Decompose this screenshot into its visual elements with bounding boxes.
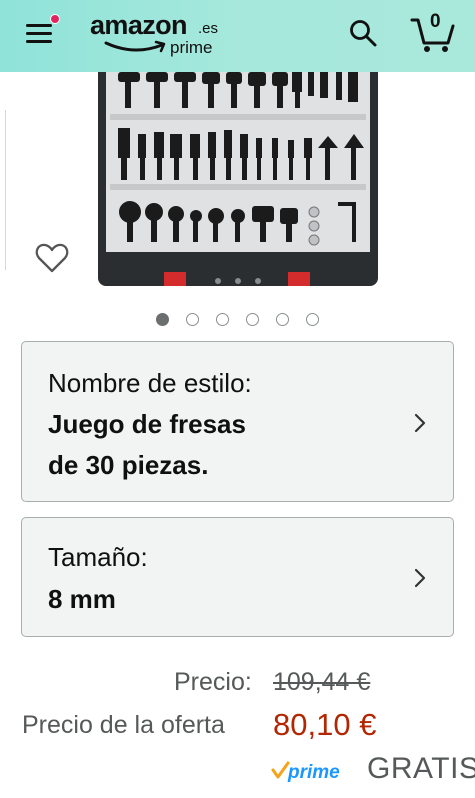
size-value: 8 mm	[48, 584, 116, 614]
deal-price: 80,10 €	[273, 707, 377, 742]
prime-badge-text: prime	[287, 762, 340, 783]
style-value-line-2: de 30 piezas.	[48, 450, 209, 480]
size-label: Tamaño:	[48, 542, 148, 572]
chevron-right-icon	[414, 413, 426, 433]
style-value-line-1: Juego de fresas	[48, 409, 246, 439]
cart-button[interactable]: 0	[410, 10, 456, 54]
logo-smile-icon	[104, 40, 166, 53]
menu-button[interactable]	[26, 14, 60, 46]
carousel-dot-1[interactable]	[156, 313, 169, 326]
logo-wordmark: amazon	[90, 10, 188, 40]
carousel-dot-6[interactable]	[306, 313, 319, 326]
size-selector[interactable]: Tamaño: 8 mm	[21, 517, 454, 637]
heart-outline-icon[interactable]	[34, 240, 70, 276]
style-label: Nombre de estilo:	[48, 368, 252, 398]
amazon-logo[interactable]: amazon .es prime	[90, 10, 230, 58]
logo-tld: .es	[198, 20, 219, 37]
free-shipping-text: GRATIS	[367, 752, 475, 785]
carousel-dot-3[interactable]	[216, 313, 229, 326]
previous-panel-edge	[0, 110, 6, 270]
search-icon[interactable]	[348, 18, 378, 48]
menu-icon-bar	[26, 40, 52, 43]
prime-badge: prime	[271, 761, 340, 783]
carousel-dot-4[interactable]	[246, 313, 259, 326]
menu-icon-bar	[26, 32, 52, 35]
carousel-dot-5[interactable]	[276, 313, 289, 326]
style-selector[interactable]: Nombre de estilo: Juego de fresas de 30 …	[21, 341, 454, 502]
deal-price-label: Precio de la oferta	[22, 711, 225, 739]
top-nav-bar: amazon .es prime 0	[0, 0, 475, 72]
menu-icon	[26, 24, 52, 27]
image-carousel-dots	[156, 313, 326, 327]
carousel-dot-2[interactable]	[186, 313, 199, 326]
chevron-right-icon	[414, 568, 426, 588]
logo-prime: prime	[170, 38, 213, 57]
list-price: 109,44 €	[273, 668, 371, 696]
cart-count: 0	[430, 11, 441, 32]
product-image[interactable]	[92, 72, 384, 290]
list-price-label: Precio:	[174, 668, 252, 696]
notification-dot	[50, 14, 60, 24]
